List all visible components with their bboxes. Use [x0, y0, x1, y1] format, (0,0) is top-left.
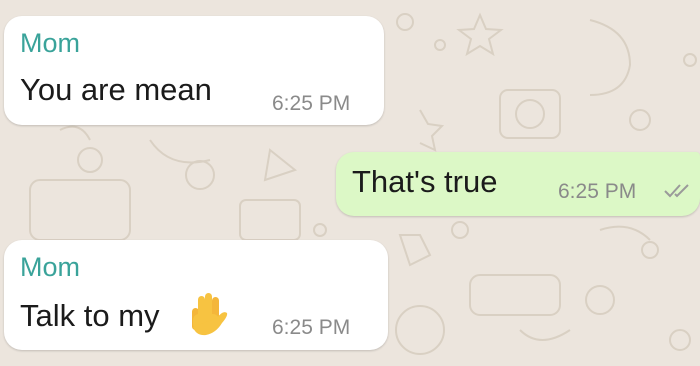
message-text: Talk to my — [20, 298, 160, 333]
message-time: 6:25 PM — [272, 316, 351, 339]
message-bubble-outgoing[interactable]: That's true 6:25 PM — [336, 152, 700, 216]
message-bubble-incoming[interactable]: Mom Talk to my 6:25 PM — [4, 240, 388, 350]
raised-hand-icon — [192, 293, 228, 336]
double-check-icon — [664, 184, 689, 198]
sender-name: Mom — [20, 28, 80, 58]
message-time: 6:25 PM — [272, 92, 351, 115]
sender-name: Mom — [20, 252, 80, 282]
message-text: That's true — [352, 164, 498, 199]
message-text: You are mean — [20, 72, 212, 107]
message-time: 6:25 PM — [558, 180, 637, 203]
message-bubble-incoming[interactable]: Mom You are mean 6:25 PM — [4, 16, 384, 125]
